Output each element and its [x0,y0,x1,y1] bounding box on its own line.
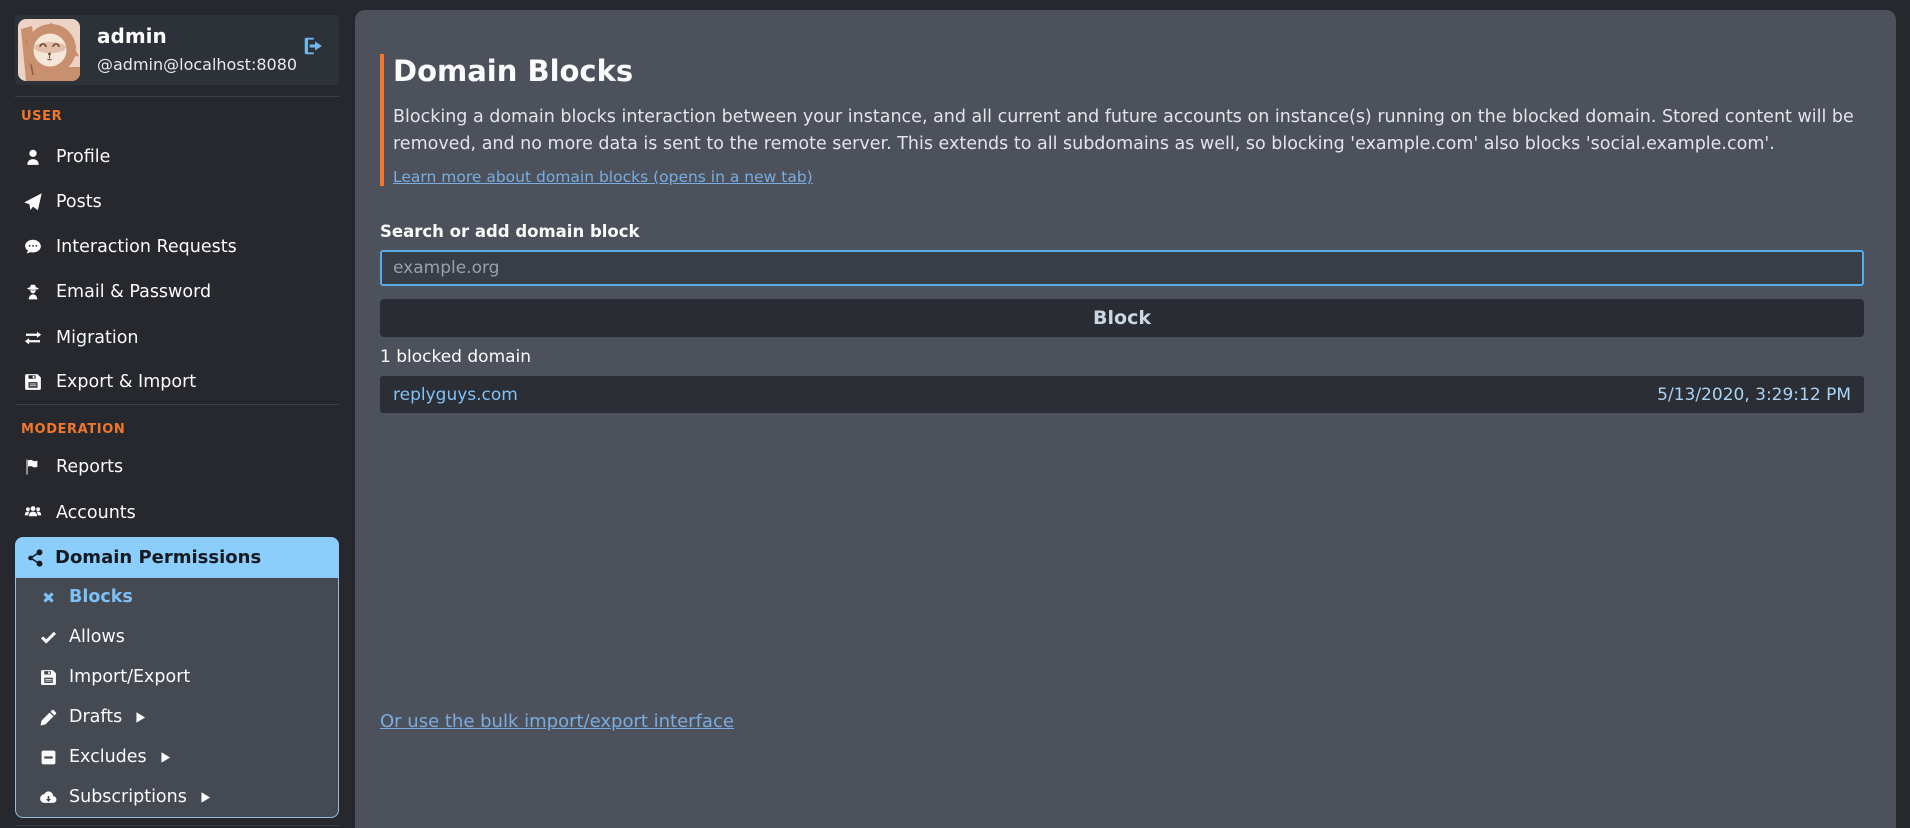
blocked-domain-row[interactable]: replyguys.com 5/13/2020, 3:29:12 PM [380,376,1864,413]
sidebar-item-migration[interactable]: Migration [15,326,339,350]
sidebar-item-label: Posts [56,192,102,212]
section-label-moderation: MODERATION [21,422,125,437]
sidebar-item-blocks[interactable]: Blocks [16,585,338,609]
comment-dots-icon [24,238,42,256]
users-icon [24,504,42,522]
search-label: Search or add domain block [380,222,1864,241]
main-panel: Domain Blocks Blocking a domain blocks i… [355,10,1896,828]
sidebar-item-posts[interactable]: Posts [15,190,339,214]
share-nodes-icon [26,549,44,567]
caret-right-icon [199,791,212,804]
sidebar-item-label: Drafts [69,707,122,727]
paper-plane-icon [24,193,42,211]
sidebar-item-label: Migration [56,328,139,348]
page-title: Domain Blocks [393,54,1864,88]
sidebar: admin @admin@localhost:8080 USER Profile… [15,15,339,828]
block-button[interactable]: Block [380,299,1864,337]
sidebar-item-excludes[interactable]: Excludes [16,745,338,769]
floppy-disk-icon [24,373,42,391]
sidebar-item-label: Allows [69,627,125,647]
sidebar-item-label: Accounts [56,503,136,523]
page-header: Domain Blocks Blocking a domain blocks i… [380,54,1864,186]
sidebar-item-domain-permissions[interactable]: Domain Permissions [15,537,339,578]
page-description: Blocking a domain blocks interaction bet… [393,104,1864,158]
sidebar-item-label: Blocks [69,587,133,607]
sidebar-item-label: Export & Import [56,372,196,392]
sidebar-item-subscriptions[interactable]: Subscriptions [16,785,338,809]
user-secret-icon [24,283,42,301]
flag-icon [24,458,42,476]
caret-right-icon [159,751,172,764]
sidebar-item-label: Interaction Requests [56,237,237,257]
sidebar-item-label: Subscriptions [69,787,187,807]
sidebar-item-import-export[interactable]: Import/Export [16,665,338,689]
floppy-disk-icon [39,668,57,686]
divider [15,404,339,405]
sidebar-item-allows[interactable]: Allows [16,625,338,649]
sidebar-item-export-import[interactable]: Export & Import [15,370,339,394]
user-name: admin [97,24,167,48]
sidebar-item-interaction-requests[interactable]: Interaction Requests [15,235,339,259]
sidebar-item-reports[interactable]: Reports [15,455,339,479]
bulk-import-export-link[interactable]: Or use the bulk import/export interface [380,711,734,732]
section-label-user: USER [21,109,62,124]
divider [15,825,339,826]
sidebar-item-label: Excludes [69,747,147,767]
sidebar-item-label: Domain Permissions [55,547,261,568]
exchange-arrows-icon [24,329,42,347]
domain-permissions-submenu: Blocks Allows Import/Export Drafts Exclu… [15,578,339,818]
learn-more-link[interactable]: Learn more about domain blocks (opens in… [393,168,813,186]
blocked-domain-link[interactable]: replyguys.com [393,385,518,405]
user-handle: @admin@localhost:8080 [97,55,297,74]
search-input[interactable] [380,250,1864,286]
sidebar-item-profile[interactable]: Profile [15,145,339,169]
sign-out-icon[interactable] [301,35,325,59]
sidebar-item-label: Email & Password [56,282,211,302]
sidebar-item-accounts[interactable]: Accounts [15,501,339,525]
caret-right-icon [134,711,147,724]
domain-block-form: Search or add domain block Block 1 block… [380,222,1864,413]
minus-square-icon [39,748,57,766]
x-icon [39,588,57,606]
sidebar-item-label: Import/Export [69,667,190,687]
divider [15,96,339,97]
sidebar-item-drafts[interactable]: Drafts [16,705,338,729]
check-icon [39,628,57,646]
sidebar-item-email-password[interactable]: Email & Password [15,280,339,304]
pencil-icon [39,708,57,726]
blocked-domain-date: 5/13/2020, 3:29:12 PM [1657,385,1851,405]
avatar [18,19,80,81]
user-card[interactable]: admin @admin@localhost:8080 [15,15,339,85]
cloud-download-icon [39,788,57,806]
sidebar-item-label: Profile [56,147,110,167]
sidebar-item-label: Reports [56,457,123,477]
user-icon [24,148,42,166]
blocked-count: 1 blocked domain [380,347,1864,367]
